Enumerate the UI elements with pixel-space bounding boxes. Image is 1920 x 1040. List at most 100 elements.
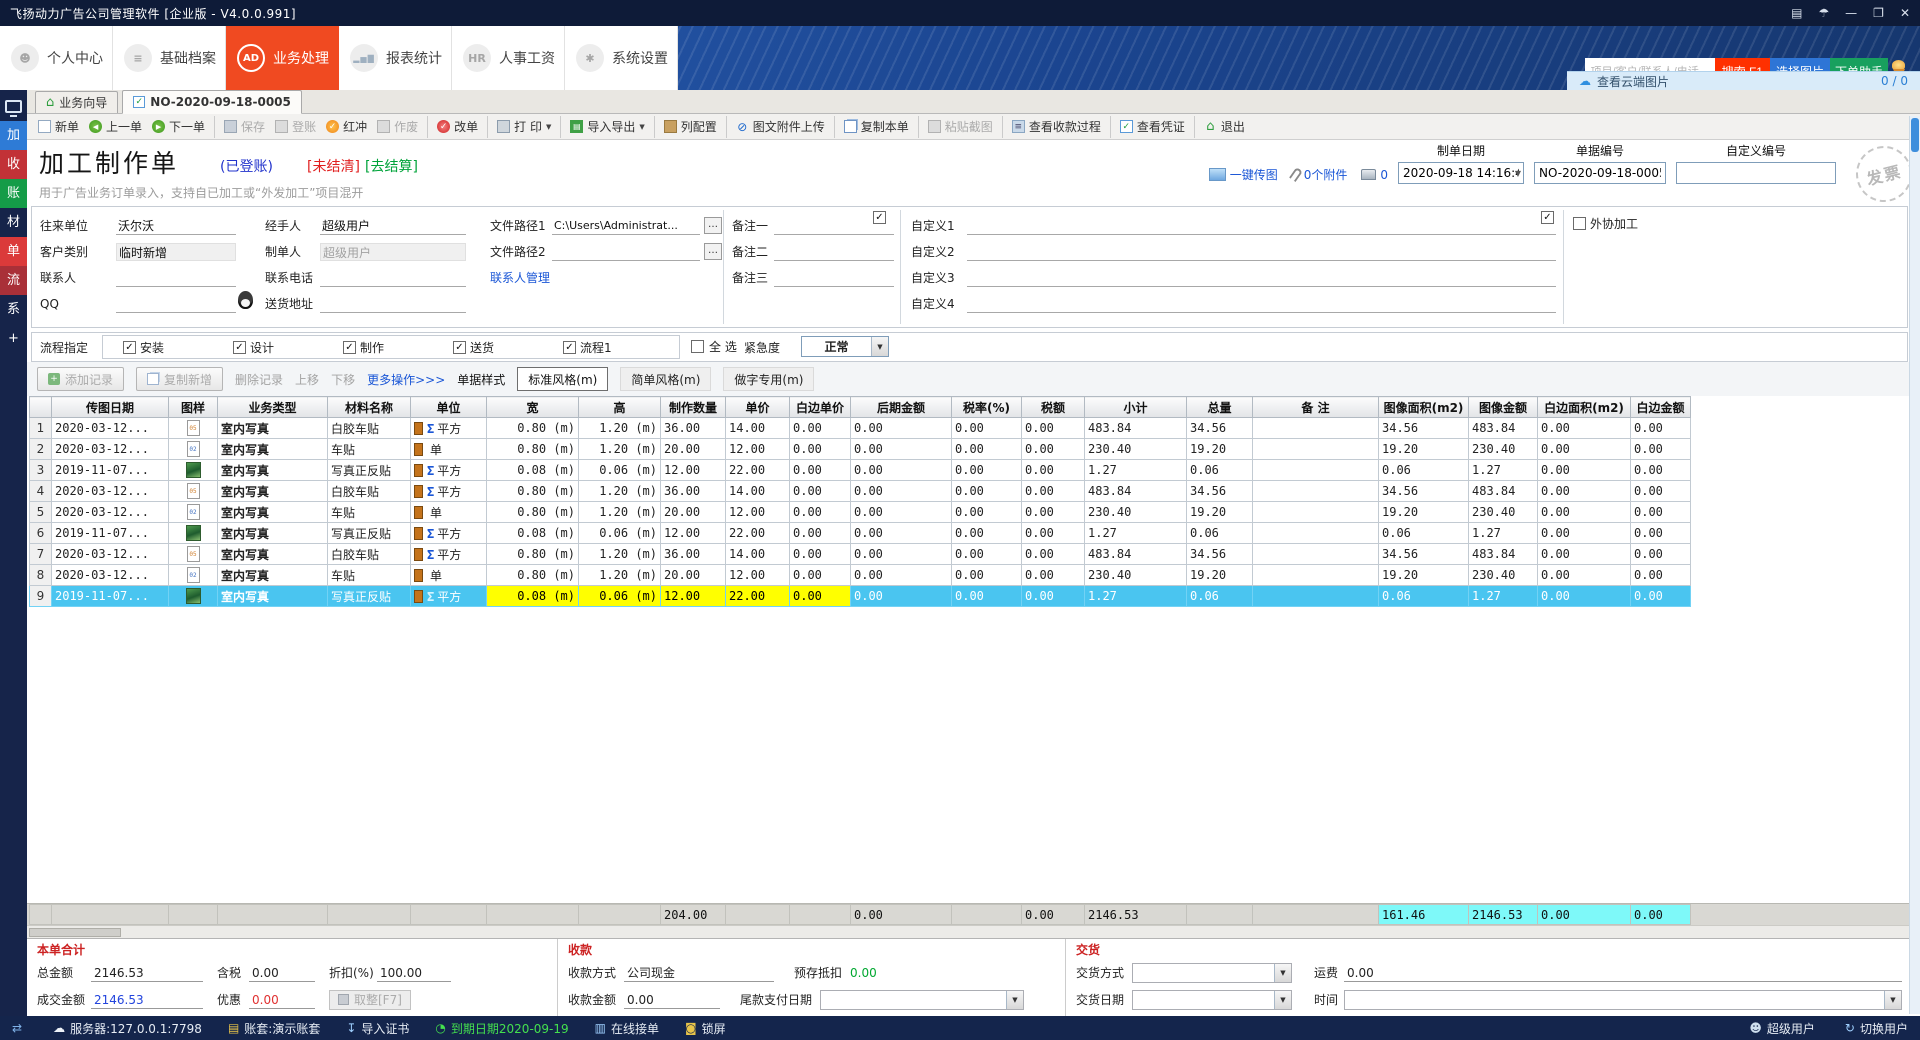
filepath1-input[interactable] bbox=[552, 217, 700, 235]
col-tax-rate[interactable]: 税率(%) bbox=[952, 397, 1022, 418]
cell-edge-price[interactable]: 0.00 bbox=[790, 439, 851, 460]
cell-upload-date[interactable]: 2019-11-07... bbox=[52, 586, 169, 607]
cell-later-amount[interactable]: 0.00 bbox=[851, 544, 952, 565]
cell-total-qty[interactable]: 0.06 bbox=[1187, 523, 1253, 544]
delivery-date-select[interactable]: ▼ bbox=[1132, 990, 1292, 1010]
cell-subtotal[interactable]: 1.27 bbox=[1085, 523, 1187, 544]
cell-business-type[interactable]: 室内写真 bbox=[218, 418, 328, 439]
browse-path2-button[interactable]: … bbox=[704, 243, 722, 260]
cell-height[interactable]: 0.06 (m) bbox=[579, 460, 661, 481]
cell-tax-rate[interactable]: 0.00 bbox=[952, 439, 1022, 460]
cell-edge-price[interactable]: 0.00 bbox=[790, 502, 851, 523]
col-height[interactable]: 高 bbox=[579, 397, 661, 418]
style-simple-button[interactable]: 简单风格(m) bbox=[620, 367, 711, 391]
cell-image-area[interactable]: 19.20 bbox=[1379, 502, 1469, 523]
cell-edge-amount[interactable]: 0.00 bbox=[1631, 565, 1691, 586]
cell-price[interactable]: 12.00 bbox=[726, 502, 790, 523]
cell-rownum[interactable]: 4 bbox=[30, 481, 52, 502]
copy-add-button[interactable]: 复制新增 bbox=[136, 367, 223, 391]
cell-tax-rate[interactable]: 0.00 bbox=[952, 481, 1022, 502]
cell-material[interactable]: 写真正反贴 bbox=[328, 586, 411, 607]
cell-image-area[interactable]: 34.56 bbox=[1379, 418, 1469, 439]
col-upload-date[interactable]: 传图日期 bbox=[52, 397, 169, 418]
cell-image-amount[interactable]: 483.84 bbox=[1469, 481, 1538, 502]
cell-business-type[interactable]: 室内写真 bbox=[218, 565, 328, 586]
cell-total-qty[interactable]: 34.56 bbox=[1187, 544, 1253, 565]
cell-upload-date[interactable]: 2020-03-12... bbox=[52, 418, 169, 439]
cell-image-area[interactable]: 19.20 bbox=[1379, 439, 1469, 460]
move-down-button[interactable]: 下移 bbox=[331, 371, 355, 388]
qq-input[interactable] bbox=[116, 295, 236, 313]
minimize-button[interactable]: — bbox=[1845, 6, 1857, 20]
sidebar-tile[interactable]: 系 bbox=[0, 295, 27, 324]
cell-later-amount[interactable]: 0.00 bbox=[851, 418, 952, 439]
note2-input[interactable] bbox=[774, 243, 894, 261]
col-width[interactable]: 宽 bbox=[487, 397, 579, 418]
cell-edge-amount[interactable]: 0.00 bbox=[1631, 418, 1691, 439]
status-item[interactable]: 账套:演示账套 bbox=[228, 1020, 320, 1037]
cell-height[interactable]: 1.20 (m) bbox=[579, 565, 661, 586]
cell-edge-area[interactable]: 0.00 bbox=[1538, 544, 1631, 565]
cell-rownum[interactable]: 7 bbox=[30, 544, 52, 565]
cell-material[interactable]: 写真正反贴 bbox=[328, 460, 411, 481]
toolbar-button[interactable]: 打 印 ▼ bbox=[492, 116, 561, 138]
cell-total-qty[interactable]: 0.06 bbox=[1187, 460, 1253, 481]
cell-unit[interactable]: Σ平方 bbox=[411, 544, 487, 565]
note3-input[interactable] bbox=[774, 269, 894, 287]
checkbox[interactable] bbox=[453, 341, 466, 354]
toolbar-button[interactable]: 上一单 bbox=[84, 116, 147, 138]
cell-later-amount[interactable]: 0.00 bbox=[851, 481, 952, 502]
nav-item[interactable]: ☻ 个人中心 bbox=[0, 26, 113, 90]
col-price[interactable]: 单价 bbox=[726, 397, 790, 418]
sidebar-tile[interactable]: 账 bbox=[0, 179, 27, 208]
col-unit[interactable]: 单位 bbox=[411, 397, 487, 418]
cell-rownum[interactable]: 1 bbox=[30, 418, 52, 439]
cell-note[interactable] bbox=[1253, 460, 1379, 481]
delete-record-button[interactable]: 删除记录 bbox=[235, 371, 283, 388]
table-row[interactable]: 5 2020-03-12... 室内写真 车贴 单 0.80 (m) 1.20 … bbox=[30, 502, 1691, 523]
sidebar-tile[interactable]: 加 bbox=[0, 121, 27, 150]
cell-note[interactable] bbox=[1253, 439, 1379, 460]
cell-later-amount[interactable]: 0.00 bbox=[851, 565, 952, 586]
cell-tax[interactable]: 0.00 bbox=[1022, 586, 1085, 607]
status-item[interactable] bbox=[12, 1020, 27, 1037]
cell-edge-area[interactable]: 0.00 bbox=[1538, 586, 1631, 607]
sidebar-tile[interactable]: 收 bbox=[0, 150, 27, 179]
toolbar-button[interactable]: 下一单 bbox=[147, 116, 215, 138]
flow-checkbox-item[interactable]: 制作 bbox=[343, 339, 453, 356]
cell-subtotal[interactable]: 1.27 bbox=[1085, 460, 1187, 481]
col-subtotal[interactable]: 小计 bbox=[1085, 397, 1187, 418]
pay-method-value[interactable]: 公司现金 bbox=[624, 964, 774, 982]
cell-image-amount[interactable]: 1.27 bbox=[1469, 523, 1538, 544]
cell-tax-rate[interactable]: 0.00 bbox=[952, 502, 1022, 523]
cell-qty[interactable]: 36.00 bbox=[661, 481, 726, 502]
cell-edge-area[interactable]: 0.00 bbox=[1538, 523, 1631, 544]
cell-thumbnail[interactable] bbox=[169, 565, 218, 586]
status-item[interactable]: 到期日期2020-09-19 bbox=[435, 1020, 568, 1037]
cell-subtotal[interactable]: 1.27 bbox=[1085, 586, 1187, 607]
col-total-qty[interactable]: 总量 bbox=[1187, 397, 1253, 418]
move-up-button[interactable]: 上移 bbox=[295, 371, 319, 388]
assist-icon[interactable]: ☂ bbox=[1818, 6, 1829, 20]
cell-rownum[interactable]: 6 bbox=[30, 523, 52, 544]
cell-price[interactable]: 14.00 bbox=[726, 544, 790, 565]
cell-total-qty[interactable]: 19.20 bbox=[1187, 502, 1253, 523]
cell-edge-amount[interactable]: 0.00 bbox=[1631, 439, 1691, 460]
cell-qty[interactable]: 12.00 bbox=[661, 460, 726, 481]
cell-price[interactable]: 12.00 bbox=[726, 565, 790, 586]
cell-edge-amount[interactable]: 0.00 bbox=[1631, 523, 1691, 544]
cell-edge-area[interactable]: 0.00 bbox=[1538, 481, 1631, 502]
nav-item[interactable]: AD 业务处理 bbox=[226, 26, 339, 90]
flow-checkbox-item[interactable]: 设计 bbox=[233, 339, 343, 356]
cell-image-amount[interactable]: 230.40 bbox=[1469, 439, 1538, 460]
cell-qty[interactable]: 36.00 bbox=[661, 418, 726, 439]
toolbar-button[interactable]: 粘贴截图 bbox=[923, 116, 1003, 138]
cell-qty[interactable]: 12.00 bbox=[661, 586, 726, 607]
cell-image-amount[interactable]: 1.27 bbox=[1469, 460, 1538, 481]
cell-thumbnail[interactable] bbox=[169, 523, 218, 544]
cell-later-amount[interactable]: 0.00 bbox=[851, 460, 952, 481]
col-material[interactable]: 材料名称 bbox=[328, 397, 411, 418]
maximize-button[interactable]: ❐ bbox=[1873, 6, 1884, 20]
cell-width[interactable]: 0.80 (m) bbox=[487, 502, 579, 523]
cell-material[interactable]: 车贴 bbox=[328, 565, 411, 586]
